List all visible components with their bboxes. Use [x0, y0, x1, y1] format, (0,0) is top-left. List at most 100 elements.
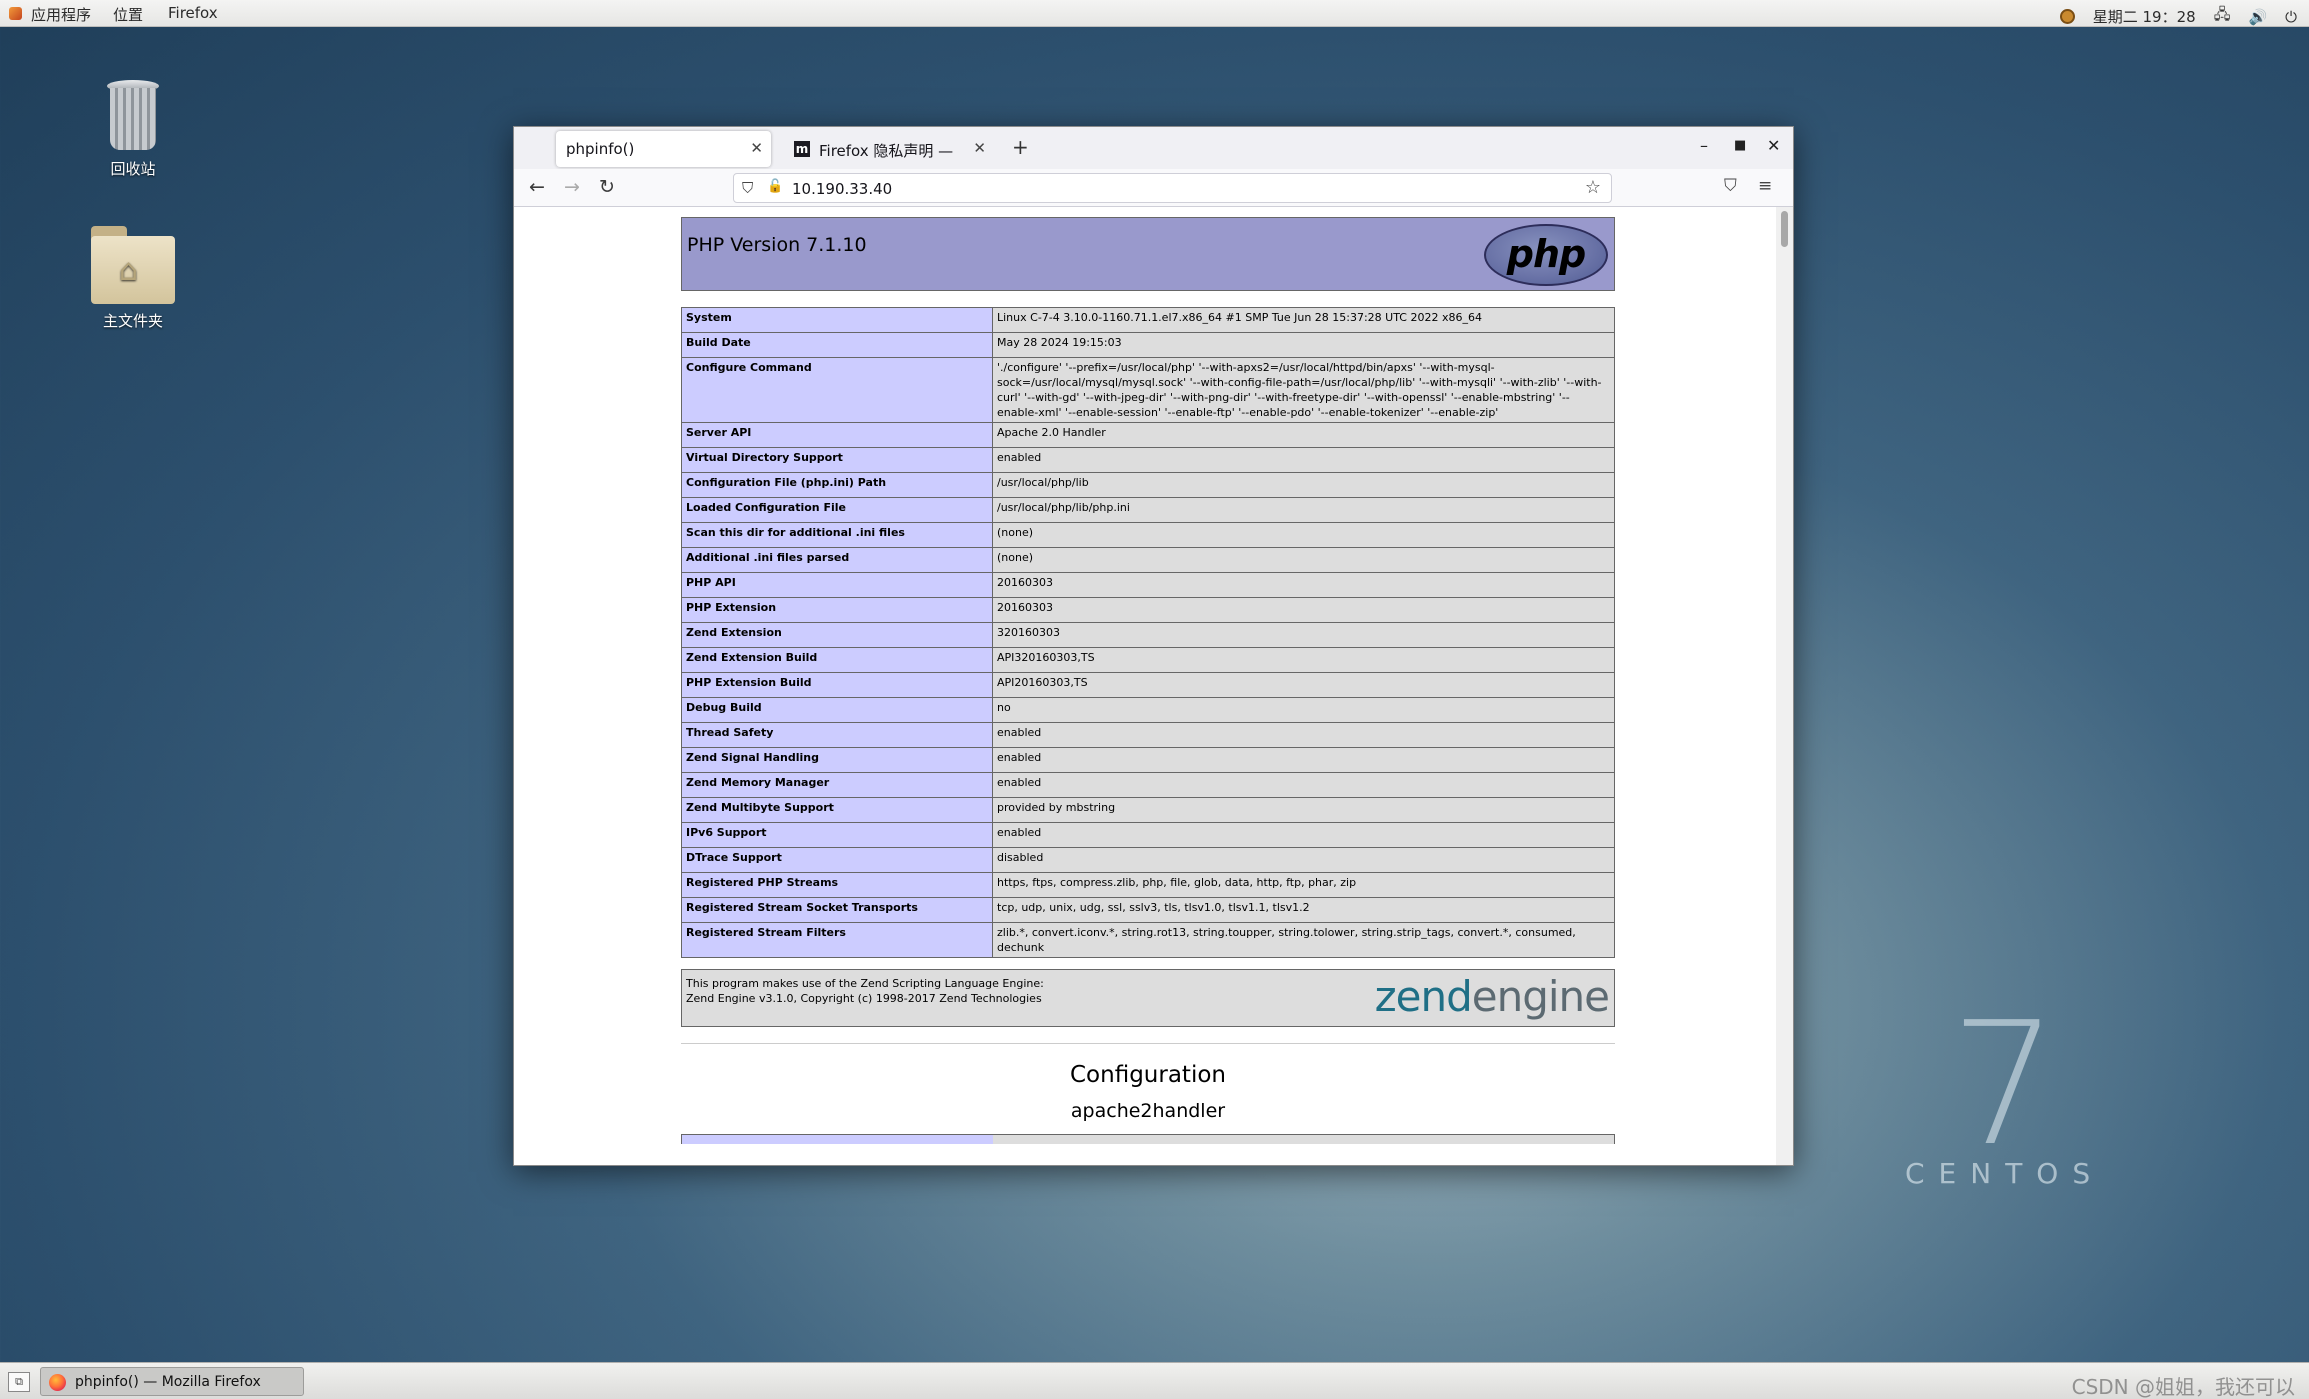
tab-title: phpinfo(): [566, 140, 635, 158]
firefox-icon: [49, 1374, 66, 1391]
table-row: Configure Command './configure' '--prefix…: [681, 357, 1615, 423]
taskbar-firefox-item[interactable]: phpinfo() — Mozilla Firefox: [40, 1367, 304, 1396]
table-row: Thread Safety enabled: [681, 722, 1615, 748]
url-text[interactable]: 10.190.33.40: [792, 180, 892, 198]
row-key: System: [681, 307, 993, 333]
network-icon[interactable]: 🖧: [2214, 4, 2231, 29]
row-key: PHP Extension Build: [681, 672, 993, 698]
reload-icon[interactable]: ↻: [599, 176, 615, 198]
applications-menu[interactable]: 应用程序: [31, 4, 91, 25]
zend-copyright: Zend Engine v3.1.0, Copyright (c) 1998-2…: [686, 992, 1042, 1005]
table-row: PHP Extension Build API20160303,TS: [681, 672, 1615, 698]
home-folder-icon: ⌂: [91, 226, 175, 304]
watermark: CSDN @姐姐，我还可以: [2071, 1375, 2295, 1399]
close-tab-icon[interactable]: ✕: [973, 139, 986, 157]
row-value: https, ftps, compress.zlib, php, file, g…: [992, 872, 1615, 898]
desktop-trash-label: 回收站: [110, 160, 156, 178]
zend-description: This program makes use of the Zend Scrip…: [686, 977, 1044, 990]
row-key: Zend Extension Build: [681, 647, 993, 673]
page-content: PHP Version 7.1.10 php System Linux C-7-4…: [514, 207, 1778, 1165]
row-key: IPv6 Support: [681, 822, 993, 848]
php-version-header: PHP Version 7.1.10 php: [681, 217, 1615, 291]
close-tab-icon[interactable]: ✕: [750, 139, 763, 157]
bottom-taskbar: ⧉ phpinfo() — Mozilla Firefox CSDN @姐姐，我…: [0, 1362, 2309, 1399]
table-row: Registered Stream Socket Transports tcp, …: [681, 897, 1615, 923]
row-key: Server API: [681, 422, 993, 448]
row-value: (none): [992, 547, 1615, 573]
navigation-bar: ← → ↻ ⛉ 🔓 10.190.33.40 ☆ ⛉ ≡: [514, 169, 1793, 207]
divider: [681, 1043, 1615, 1044]
table-row: Build Date May 28 2024 19:15:03: [681, 332, 1615, 358]
desktop-home-label: 主文件夹: [102, 312, 163, 330]
table-row: IPv6 Support enabled: [681, 822, 1615, 848]
show-desktop-icon[interactable]: ⧉: [8, 1372, 30, 1392]
row-key: PHP API: [681, 572, 993, 598]
php-info-table: System Linux C-7-4 3.10.0-1160.71.1.el7.x…: [681, 307, 1615, 958]
table-row: Configuration File (php.ini) Path/usr/lo…: [681, 472, 1615, 498]
zend-logo-part1: zend: [1374, 972, 1473, 1021]
table-row: Registered Stream Filters zlib.*, convert…: [681, 922, 1615, 958]
mozilla-favicon-icon: m: [794, 141, 810, 157]
row-value: 20160303: [992, 572, 1615, 598]
row-key: Registered Stream Socket Transports: [681, 897, 993, 923]
app-menu-icon[interactable]: ≡: [1758, 176, 1772, 196]
minimize-icon[interactable]: –: [1700, 136, 1708, 155]
page-scrollbar[interactable]: [1776, 207, 1793, 1165]
desktop-trash[interactable]: 回收站: [78, 80, 188, 179]
row-key: Virtual Directory Support: [681, 447, 993, 473]
url-bar[interactable]: ⛉ 🔓 10.190.33.40 ☆: [733, 173, 1612, 203]
row-key: Thread Safety: [681, 722, 993, 748]
new-tab-icon[interactable]: +: [1012, 135, 1029, 159]
tab-privacy-notice[interactable]: m Firefox 隐私声明 — Mozilla ✕: [784, 131, 994, 167]
row-value: zlib.*, convert.iconv.*, string.rot13, s…: [992, 922, 1615, 958]
desktop-home-folder[interactable]: ⌂ 主文件夹: [78, 226, 188, 331]
clock[interactable]: 星期二 19：28: [2093, 6, 2196, 27]
window-close-icon[interactable]: ✕: [1767, 136, 1780, 155]
back-icon[interactable]: ←: [529, 176, 545, 198]
php-logo-text: php: [1506, 232, 1586, 276]
firefox-window: phpinfo() ✕ m Firefox 隐私声明 — Mozilla ✕ +…: [513, 126, 1794, 1166]
pocket-icon[interactable]: ⛉: [1724, 176, 1737, 196]
row-value: enabled: [992, 747, 1615, 773]
firefox-menu[interactable]: Firefox: [168, 4, 218, 22]
apache2handler-table: [681, 1134, 1615, 1144]
volume-icon[interactable]: 🔊: [2248, 8, 2267, 26]
row-value: 20160303: [992, 597, 1615, 623]
tab-bar: phpinfo() ✕ m Firefox 隐私声明 — Mozilla ✕ +…: [514, 127, 1793, 169]
power-icon[interactable]: ⏻: [2285, 8, 2297, 26]
taskbar-item-label: phpinfo() — Mozilla Firefox: [75, 1374, 261, 1390]
forward-icon[interactable]: →: [564, 176, 580, 198]
row-value: (none): [992, 522, 1615, 548]
top-panel: 应用程序 位置 Firefox 星期二 19：28 🖧 🔊 ⏻: [0, 0, 2309, 27]
places-menu[interactable]: 位置: [113, 4, 143, 25]
applications-icon[interactable]: [9, 7, 22, 20]
zend-engine-logo[interactable]: zendengine: [1374, 972, 1610, 1021]
row-value: enabled: [992, 772, 1615, 798]
tab-phpinfo[interactable]: phpinfo() ✕: [556, 131, 771, 167]
php-logo[interactable]: php: [1484, 224, 1608, 286]
maximize-icon[interactable]: ■: [1734, 138, 1746, 153]
php-version-title: PHP Version 7.1.10: [687, 234, 867, 256]
row-key: DTrace Support: [681, 847, 993, 873]
row-value: enabled: [992, 722, 1615, 748]
row-value: May 28 2024 19:15:03: [992, 332, 1615, 358]
table-row: DTrace Support disabled: [681, 847, 1615, 873]
table-row: Zend Extension 320160303: [681, 622, 1615, 648]
tab-title: Firefox 隐私声明 — Mozilla: [819, 142, 959, 160]
row-key: Configure Command: [681, 357, 993, 423]
zend-logo-part2: engine: [1471, 972, 1610, 1021]
row-value: 320160303: [992, 622, 1615, 648]
row-value: API20160303,TS: [992, 672, 1615, 698]
row-value: tcp, udp, unix, udg, ssl, sslv3, tls, tl…: [992, 897, 1615, 923]
table-row: PHP Extension 20160303: [681, 597, 1615, 623]
bookmark-star-icon[interactable]: ☆: [1585, 177, 1601, 198]
scrollbar-thumb[interactable]: [1781, 211, 1788, 247]
row-key: Zend Memory Manager: [681, 772, 993, 798]
notification-icon[interactable]: [2059, 9, 2075, 24]
tracking-shield-icon[interactable]: ⛉: [742, 179, 753, 197]
table-row: System Linux C-7-4 3.10.0-1160.71.1.el7.x…: [681, 307, 1615, 333]
table-row: Zend Signal Handling enabled: [681, 747, 1615, 773]
insecure-lock-icon[interactable]: 🔓: [767, 179, 783, 194]
row-key: Configuration File (php.ini) Path: [681, 472, 993, 498]
phpinfo-page: PHP Version 7.1.10 php System Linux C-7-4…: [681, 217, 1615, 1144]
